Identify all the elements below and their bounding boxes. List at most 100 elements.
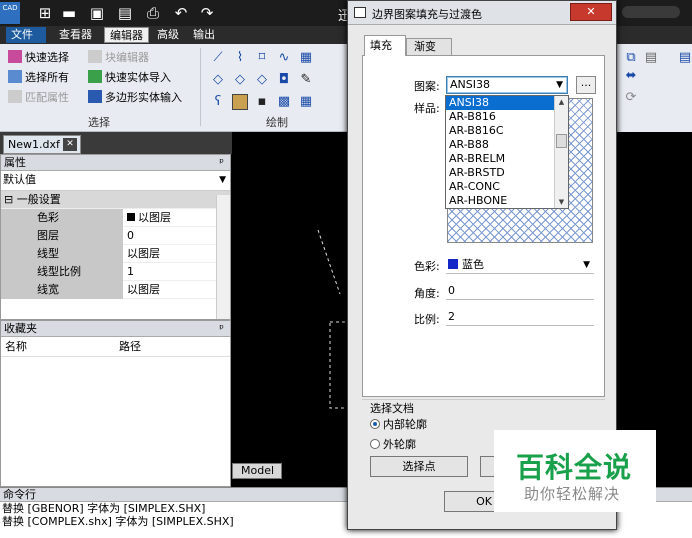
quick-select-icon (8, 50, 22, 63)
angle-label: 角度: (414, 287, 440, 300)
pattern-option[interactable]: AR-CONC (446, 180, 554, 194)
rotate-tool-icon[interactable]: ⟳ (623, 90, 639, 106)
scroll-down-icon[interactable]: ▼ (555, 196, 568, 208)
spline-tool-icon[interactable]: ∿ (276, 50, 292, 66)
arc-tool-icon[interactable]: ◇ (232, 72, 248, 88)
copy-tool-icon[interactable]: ⧉ (623, 50, 639, 66)
watermark-subtitle: 助你轻松解决 (524, 485, 621, 503)
pattern-option[interactable]: AR-BRELM (446, 152, 554, 166)
property-row[interactable]: 线宽 以图层 (1, 281, 230, 299)
scroll-thumb[interactable] (556, 134, 567, 148)
layer-tool-icon[interactable]: ▤ (677, 50, 692, 66)
pin-icon[interactable]: ᵖ (219, 155, 224, 171)
close-icon[interactable]: ✕ (63, 138, 77, 151)
scale-input[interactable]: 2 (446, 308, 594, 326)
menu-editor[interactable]: 编辑器 (104, 27, 149, 43)
paste-tool-icon[interactable]: ▤ (643, 50, 659, 66)
properties-scrollbar[interactable] (216, 195, 230, 319)
watermark-logo: 百科全说 助你轻松解决 (494, 430, 656, 512)
new-icon[interactable]: ⊞ (36, 4, 54, 22)
column-name[interactable]: 名称 (5, 337, 27, 357)
favorites-header: 收藏夹 ᵖ (1, 321, 230, 337)
property-row[interactable]: 色彩 以图层 (1, 209, 230, 227)
match-properties-button[interactable]: 匹配属性 (8, 90, 69, 106)
rectangle-tool-icon[interactable]: ⌑ (254, 50, 270, 66)
revision-cloud-icon[interactable]: ʕ (210, 94, 226, 110)
table-tool-icon[interactable]: ▦ (298, 50, 314, 66)
color-select[interactable]: 蓝色 ▼ (446, 256, 594, 274)
radio-outer-contour[interactable]: 外轮廓 (370, 436, 416, 452)
save-as-icon[interactable]: ▤ (116, 4, 134, 22)
pattern-option[interactable]: AR-B88 (446, 138, 554, 152)
tab-gradient[interactable]: 渐变 (406, 38, 452, 56)
window-controls[interactable] (622, 6, 680, 18)
polygon-entity-icon (88, 90, 102, 103)
grid-tool-icon[interactable]: ▦ (298, 94, 314, 110)
draw-group-label: 绘制 (266, 116, 288, 129)
document-tab[interactable]: New1.dxf ✕ (3, 135, 81, 154)
tab-fill[interactable]: 填充 (364, 35, 406, 56)
model-tab[interactable]: Model (232, 463, 282, 479)
redo-icon[interactable]: ↷ (198, 4, 216, 22)
color-label: 色彩: (414, 260, 440, 273)
move-tool-icon[interactable]: ⬌ (623, 68, 639, 84)
menu-viewer[interactable]: 查看器 (54, 27, 97, 43)
line-tool-icon[interactable]: ⟋ (210, 50, 226, 66)
close-button[interactable]: ✕ (570, 3, 612, 21)
hatch-tool-icon[interactable] (232, 94, 248, 110)
menu-advanced[interactable]: 高级 (152, 27, 184, 43)
save-icon[interactable]: ▣ (88, 4, 106, 22)
match-properties-icon (8, 90, 22, 103)
color-swatch-icon (127, 213, 135, 221)
browse-pattern-button[interactable]: ... (576, 76, 596, 94)
menu-output[interactable]: 输出 (188, 27, 220, 43)
pin-icon[interactable]: ᵖ (219, 321, 224, 337)
scale-label: 比例: (414, 313, 440, 326)
collapse-icon[interactable]: ⊟ (1, 193, 13, 206)
image-tool-icon[interactable]: ▩ (276, 94, 292, 110)
general-settings-section[interactable]: ⊟ 一般设置 (1, 191, 230, 209)
scroll-up-icon[interactable]: ▲ (555, 96, 568, 108)
pattern-option[interactable]: AR-B816 (446, 110, 554, 124)
watermark-title: 百科全说 (516, 451, 633, 484)
angle-input[interactable]: 0 (446, 282, 594, 300)
ribbon-divider (200, 48, 201, 126)
default-value-select[interactable]: 默认值 ▼ (1, 171, 230, 191)
pattern-option[interactable]: AR-HBONE (446, 194, 554, 208)
radio-inner-contour[interactable]: 内部轮廓 (370, 416, 427, 432)
dropdown-scrollbar[interactable]: ▲ ▼ (554, 96, 568, 208)
pick-points-button[interactable]: 选择点 (370, 456, 468, 477)
quick-entity-import-button[interactable]: 快速实体导入 (88, 70, 171, 86)
pattern-option[interactable]: AR-B816C (446, 124, 554, 138)
menu-file[interactable]: 文件 (6, 27, 46, 43)
pattern-dropdown-list[interactable]: ANSI38 AR-B816 AR-B816C AR-B88 AR-BRELM … (445, 95, 569, 209)
property-row[interactable]: 图层 0 (1, 227, 230, 245)
pattern-option[interactable]: AR-BRSTD (446, 166, 554, 180)
polyline-tool-icon[interactable]: ⌇ (232, 50, 248, 66)
app-logo: CAD (0, 2, 20, 24)
chevron-down-icon: ▼ (583, 260, 590, 270)
pen-tool-icon[interactable]: ✎ (298, 72, 314, 88)
point-tool-icon[interactable]: ◘ (276, 72, 292, 88)
property-row[interactable]: 线型比例 1 (1, 263, 230, 281)
dot-tool-icon[interactable]: ▪ (254, 94, 270, 110)
favorites-columns: 名称 路径 (1, 337, 230, 357)
open-icon[interactable]: ▬ (60, 4, 78, 22)
property-row[interactable]: 线型 以图层 (1, 245, 230, 263)
dashed-line (317, 229, 341, 295)
print-icon[interactable]: ⎙ (144, 4, 162, 22)
polygon-entity-input-button[interactable]: 多边形实体输入 (88, 90, 182, 106)
select-all-icon (8, 70, 22, 83)
select-group-label: 选择 (88, 116, 110, 129)
dialog-title: 边界图案填充与过渡色 (372, 8, 482, 21)
pattern-select[interactable]: ANSI38 ▼ (446, 76, 568, 94)
column-path[interactable]: 路径 (119, 337, 141, 357)
select-all-button[interactable]: 选择所有 (8, 70, 69, 86)
properties-header: 属性 ᵖ (1, 155, 230, 171)
pattern-option[interactable]: ANSI38 (446, 96, 554, 110)
ellipse-tool-icon[interactable]: ◇ (254, 72, 270, 88)
block-editor-button[interactable]: 块编辑器 (88, 50, 149, 66)
undo-icon[interactable]: ↶ (172, 4, 190, 22)
circle-tool-icon[interactable]: ◇ (210, 72, 226, 88)
quick-select-button[interactable]: 快速选择 (8, 50, 69, 66)
